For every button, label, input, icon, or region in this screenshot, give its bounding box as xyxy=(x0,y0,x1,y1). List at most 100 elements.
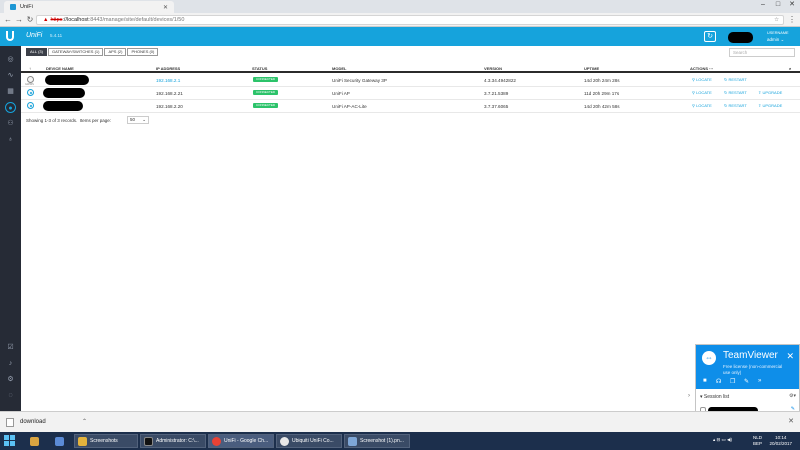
uptime-cell: 11d 20h 29m 17s xyxy=(584,91,620,96)
locate-button[interactable]: ⚲ LOCATE xyxy=(692,103,712,108)
explorer-pin-icon[interactable] xyxy=(27,434,42,448)
filter-aps[interactable]: APS (2) xyxy=(104,48,127,56)
file-icon xyxy=(6,418,14,427)
upgrade-button[interactable]: ⇪ UPGRADE xyxy=(758,90,782,95)
tray-icons[interactable]: ▴ ⊟ ▭ ◀) xyxy=(713,437,732,443)
locate-label: LOCATE xyxy=(696,90,712,95)
sort-icon[interactable]: ↑ xyxy=(29,66,31,71)
table-row[interactable]: GW/MS 192.168.2.1 CONNECTED UniFi Securi… xyxy=(21,74,800,87)
taskbar-item-cmd[interactable]: Administrator: C:\... xyxy=(140,434,206,448)
map-icon[interactable]: ▦ xyxy=(5,86,16,97)
ubiquiti-logo-icon[interactable] xyxy=(6,31,14,41)
session-list-toggle[interactable]: ▾ Session list xyxy=(700,394,729,400)
sidebar: ◎ ∿ ▦ ● ⚇ ♁ ☑ ♪ ⚙ ◌ xyxy=(0,46,21,411)
chat-icon[interactable]: ◌ xyxy=(5,390,16,401)
files-icon[interactable]: ❐ xyxy=(730,378,735,385)
restart-button[interactable]: ↻ RESTART xyxy=(724,103,747,108)
dashboard-icon[interactable]: ◎ xyxy=(5,54,16,65)
alerts-icon[interactable]: ♪ xyxy=(5,358,16,369)
locate-button[interactable]: ⚲ LOCATE xyxy=(692,90,712,95)
close-icon[interactable]: ✕ xyxy=(786,351,794,362)
records-summary: Showing 1-3 of 3 records. Items per page… xyxy=(26,118,111,123)
col-status[interactable]: STATUS xyxy=(252,66,267,71)
devices-icon[interactable]: ● xyxy=(5,102,16,113)
collapse-arrow-icon[interactable]: › xyxy=(688,393,690,399)
url-path: :8443/manage/site/default/devices/1/50 xyxy=(88,17,185,23)
language-indicator[interactable]: NLD BEP xyxy=(753,435,762,446)
filter-gateway-switches[interactable]: GATEWAY/SWITCHES (1) xyxy=(47,48,104,56)
locate-label: LOCATE xyxy=(696,77,712,82)
col-uptime[interactable]: UPTIME xyxy=(584,66,599,71)
url-field[interactable]: ▲ https://localhost:8443/manage/site/defa… xyxy=(36,15,784,25)
statistics-icon[interactable]: ∿ xyxy=(5,70,16,81)
maximize-icon[interactable]: □ xyxy=(772,0,784,10)
col-ip-address[interactable]: IP ADDRESS xyxy=(156,66,180,71)
table-search-icon[interactable]: ⌕ xyxy=(789,66,791,71)
refresh-button[interactable]: ↻ xyxy=(704,31,716,42)
chevron-down-icon: ⌄ xyxy=(780,37,785,42)
search-input[interactable]: Search xyxy=(729,48,795,57)
user-menu[interactable]: admin ⌄ xyxy=(767,37,784,43)
table-row[interactable]: 192.168.2.20 CONNECTED UniFi AP-AC-Lite … xyxy=(21,100,800,113)
ip-address-link[interactable]: 192.168.2.1 xyxy=(156,78,180,83)
locate-button[interactable]: ⚲ LOCATE xyxy=(692,77,712,82)
teamviewer-title: TeamViewer xyxy=(723,350,778,361)
filter-phones[interactable]: PHONES (0) xyxy=(127,48,159,56)
restart-button[interactable]: ↻ RESTART xyxy=(724,77,747,82)
layout-code: BEP xyxy=(752,440,762,446)
events-icon[interactable]: ☑ xyxy=(5,342,16,353)
col-actions[interactable]: ACTIONS ⋯ xyxy=(690,66,713,71)
device-type-label: GW/MS xyxy=(25,83,34,86)
windows-start-icon[interactable] xyxy=(4,435,16,447)
tools-icon[interactable]: ✎ xyxy=(744,378,749,385)
taskbar-item-chrome[interactable]: UniFi - Google Ch... xyxy=(208,434,274,448)
filter-all[interactable]: ALL (3) xyxy=(26,48,47,56)
bookmark-star-icon[interactable]: ☆ xyxy=(774,16,779,25)
col-model[interactable]: MODEL xyxy=(332,66,346,71)
per-page-select[interactable]: 50 ⌄ xyxy=(127,116,149,124)
teamviewer-logo-icon: ⇔ xyxy=(702,351,716,365)
taskbar-item-screenshot[interactable]: Screenshot (1).pn... xyxy=(344,434,410,448)
video-icon[interactable]: ■ xyxy=(703,378,707,384)
forward-icon[interactable]: → xyxy=(14,15,24,25)
col-version[interactable]: VERSION xyxy=(484,66,502,71)
restart-label: RESTART xyxy=(728,103,747,108)
network-pin-icon[interactable] xyxy=(52,434,67,448)
url-host: ://localhost xyxy=(62,17,89,23)
model-cell: UniFi AP xyxy=(332,91,350,96)
close-shelf-icon[interactable]: ✕ xyxy=(788,417,794,425)
restart-icon: ↻ xyxy=(724,103,728,108)
minimize-icon[interactable]: – xyxy=(757,0,769,10)
taskbar-item-label: Screenshots xyxy=(90,438,118,444)
security-warning-icon[interactable]: ▲ xyxy=(43,17,48,23)
locate-label: LOCATE xyxy=(696,103,712,108)
version-cell: 3.7.37.6065 xyxy=(484,104,509,109)
upgrade-button[interactable]: ⇪ UPGRADE xyxy=(758,103,782,108)
col-device-name[interactable]: DEVICE NAME xyxy=(46,66,74,71)
tab-close-icon[interactable]: ✕ xyxy=(163,4,168,11)
back-icon[interactable]: ← xyxy=(3,15,13,25)
more-icon[interactable]: » xyxy=(758,378,761,384)
chevron-up-icon[interactable]: ⌃ xyxy=(82,418,87,425)
status-badge: CONNECTED xyxy=(253,103,279,108)
taskbar-item-unifi[interactable]: Ubiquiti UniFi Co... xyxy=(276,434,342,448)
menu-icon[interactable]: ⋮ xyxy=(787,15,797,25)
restart-button[interactable]: ↻ RESTART xyxy=(724,90,747,95)
redacted-avatar xyxy=(728,32,753,43)
table-row[interactable]: 192.168.2.21 CONNECTED UniFi AP 3.7.21.5… xyxy=(21,87,800,100)
clients-icon[interactable]: ⚇ xyxy=(5,118,16,129)
close-window-icon[interactable]: ✕ xyxy=(786,0,798,10)
headset-icon[interactable]: ☊ xyxy=(716,378,721,385)
settings-icon[interactable]: ⚙ xyxy=(5,374,16,385)
unifi-favicon-icon xyxy=(10,4,16,10)
access-point-icon xyxy=(27,102,34,109)
restart-icon: ↻ xyxy=(724,90,728,95)
download-file-name[interactable]: download xyxy=(20,419,46,425)
session-settings-icon[interactable]: ⚙▾ xyxy=(789,393,796,399)
browser-tab[interactable]: UniFi ✕ xyxy=(4,1,174,13)
taskbar-item-screenshots[interactable]: Screenshots xyxy=(74,434,138,448)
session-list-label: Session list xyxy=(703,394,730,400)
reload-icon[interactable]: ↻ xyxy=(25,15,35,25)
clock[interactable]: 10:14 20/02/2017 xyxy=(769,435,792,446)
insights-icon[interactable]: ♁ xyxy=(5,134,16,145)
